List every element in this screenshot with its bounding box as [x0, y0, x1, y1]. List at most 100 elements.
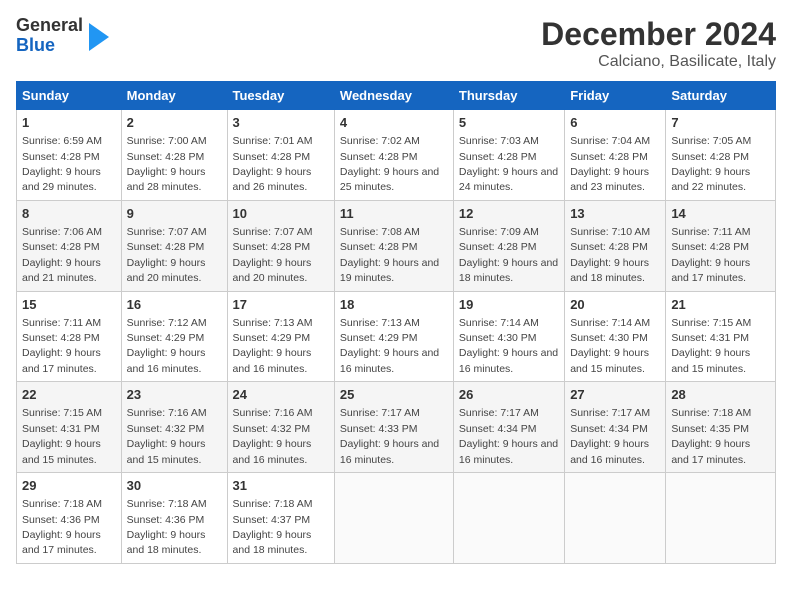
day-number: 5	[459, 114, 559, 132]
calendar-cell: 24 Sunrise: 7:16 AMSunset: 4:32 PMDaylig…	[227, 382, 334, 473]
calendar-cell: 21 Sunrise: 7:15 AMSunset: 4:31 PMDaylig…	[666, 291, 776, 382]
day-info: Sunrise: 7:17 AMSunset: 4:33 PMDaylight:…	[340, 407, 439, 465]
day-info: Sunrise: 7:00 AMSunset: 4:28 PMDaylight:…	[127, 135, 207, 193]
calendar-cell: 3 Sunrise: 7:01 AMSunset: 4:28 PMDayligh…	[227, 110, 334, 201]
day-number: 26	[459, 386, 559, 404]
day-number: 21	[671, 296, 770, 314]
weekday-header-row: SundayMondayTuesdayWednesdayThursdayFrid…	[17, 82, 776, 110]
day-info: Sunrise: 7:04 AMSunset: 4:28 PMDaylight:…	[570, 135, 650, 193]
day-info: Sunrise: 7:13 AMSunset: 4:29 PMDaylight:…	[340, 317, 439, 375]
day-number: 4	[340, 114, 448, 132]
calendar-cell: 20 Sunrise: 7:14 AMSunset: 4:30 PMDaylig…	[565, 291, 666, 382]
day-info: Sunrise: 7:05 AMSunset: 4:28 PMDaylight:…	[671, 135, 751, 193]
logo: General Blue	[16, 16, 109, 56]
day-info: Sunrise: 7:15 AMSunset: 4:31 PMDaylight:…	[671, 317, 751, 375]
weekday-header-monday: Monday	[121, 82, 227, 110]
calendar-cell: 18 Sunrise: 7:13 AMSunset: 4:29 PMDaylig…	[334, 291, 453, 382]
calendar-cell: 17 Sunrise: 7:13 AMSunset: 4:29 PMDaylig…	[227, 291, 334, 382]
weekday-header-saturday: Saturday	[666, 82, 776, 110]
calendar-cell: 7 Sunrise: 7:05 AMSunset: 4:28 PMDayligh…	[666, 110, 776, 201]
calendar-cell	[565, 473, 666, 564]
day-info: Sunrise: 7:02 AMSunset: 4:28 PMDaylight:…	[340, 135, 439, 193]
calendar-week-row: 15 Sunrise: 7:11 AMSunset: 4:28 PMDaylig…	[17, 291, 776, 382]
calendar-week-row: 8 Sunrise: 7:06 AMSunset: 4:28 PMDayligh…	[17, 200, 776, 291]
day-info: Sunrise: 7:14 AMSunset: 4:30 PMDaylight:…	[570, 317, 650, 375]
day-number: 18	[340, 296, 448, 314]
day-number: 25	[340, 386, 448, 404]
calendar-week-row: 22 Sunrise: 7:15 AMSunset: 4:31 PMDaylig…	[17, 382, 776, 473]
day-info: Sunrise: 7:18 AMSunset: 4:35 PMDaylight:…	[671, 407, 751, 465]
day-info: Sunrise: 7:07 AMSunset: 4:28 PMDaylight:…	[127, 226, 207, 284]
calendar-cell	[666, 473, 776, 564]
calendar-week-row: 1 Sunrise: 6:59 AMSunset: 4:28 PMDayligh…	[17, 110, 776, 201]
calendar-cell: 30 Sunrise: 7:18 AMSunset: 4:36 PMDaylig…	[121, 473, 227, 564]
day-number: 7	[671, 114, 770, 132]
logo-line1: General	[16, 16, 83, 36]
day-number: 11	[340, 205, 448, 223]
calendar-cell: 15 Sunrise: 7:11 AMSunset: 4:28 PMDaylig…	[17, 291, 122, 382]
calendar-cell: 13 Sunrise: 7:10 AMSunset: 4:28 PMDaylig…	[565, 200, 666, 291]
day-number: 3	[233, 114, 329, 132]
calendar-cell: 12 Sunrise: 7:09 AMSunset: 4:28 PMDaylig…	[453, 200, 564, 291]
day-number: 31	[233, 477, 329, 495]
day-number: 15	[22, 296, 116, 314]
day-info: Sunrise: 7:13 AMSunset: 4:29 PMDaylight:…	[233, 317, 313, 375]
day-number: 10	[233, 205, 329, 223]
calendar-cell: 31 Sunrise: 7:18 AMSunset: 4:37 PMDaylig…	[227, 473, 334, 564]
day-info: Sunrise: 7:18 AMSunset: 4:37 PMDaylight:…	[233, 498, 313, 556]
day-number: 8	[22, 205, 116, 223]
calendar-cell: 16 Sunrise: 7:12 AMSunset: 4:29 PMDaylig…	[121, 291, 227, 382]
day-info: Sunrise: 7:07 AMSunset: 4:28 PMDaylight:…	[233, 226, 313, 284]
calendar-title: December 2024	[541, 16, 776, 53]
day-info: Sunrise: 7:18 AMSunset: 4:36 PMDaylight:…	[22, 498, 102, 556]
day-number: 12	[459, 205, 559, 223]
day-info: Sunrise: 7:09 AMSunset: 4:28 PMDaylight:…	[459, 226, 558, 284]
day-number: 16	[127, 296, 222, 314]
calendar-cell: 19 Sunrise: 7:14 AMSunset: 4:30 PMDaylig…	[453, 291, 564, 382]
day-info: Sunrise: 7:15 AMSunset: 4:31 PMDaylight:…	[22, 407, 102, 465]
day-info: Sunrise: 7:14 AMSunset: 4:30 PMDaylight:…	[459, 317, 558, 375]
day-number: 17	[233, 296, 329, 314]
day-info: Sunrise: 7:16 AMSunset: 4:32 PMDaylight:…	[233, 407, 313, 465]
day-number: 29	[22, 477, 116, 495]
calendar-cell: 29 Sunrise: 7:18 AMSunset: 4:36 PMDaylig…	[17, 473, 122, 564]
calendar-table: SundayMondayTuesdayWednesdayThursdayFrid…	[16, 81, 776, 564]
day-info: Sunrise: 7:08 AMSunset: 4:28 PMDaylight:…	[340, 226, 439, 284]
calendar-cell: 23 Sunrise: 7:16 AMSunset: 4:32 PMDaylig…	[121, 382, 227, 473]
day-info: Sunrise: 7:10 AMSunset: 4:28 PMDaylight:…	[570, 226, 650, 284]
calendar-cell: 4 Sunrise: 7:02 AMSunset: 4:28 PMDayligh…	[334, 110, 453, 201]
calendar-cell: 8 Sunrise: 7:06 AMSunset: 4:28 PMDayligh…	[17, 200, 122, 291]
logo-line2: Blue	[16, 36, 83, 56]
day-info: Sunrise: 7:11 AMSunset: 4:28 PMDaylight:…	[22, 317, 101, 375]
calendar-cell: 2 Sunrise: 7:00 AMSunset: 4:28 PMDayligh…	[121, 110, 227, 201]
day-number: 6	[570, 114, 660, 132]
weekday-header-tuesday: Tuesday	[227, 82, 334, 110]
calendar-cell	[453, 473, 564, 564]
day-number: 20	[570, 296, 660, 314]
day-info: Sunrise: 7:12 AMSunset: 4:29 PMDaylight:…	[127, 317, 207, 375]
day-info: Sunrise: 7:01 AMSunset: 4:28 PMDaylight:…	[233, 135, 313, 193]
calendar-cell: 27 Sunrise: 7:17 AMSunset: 4:34 PMDaylig…	[565, 382, 666, 473]
day-number: 27	[570, 386, 660, 404]
calendar-subtitle: Calciano, Basilicate, Italy	[541, 53, 776, 71]
calendar-cell: 28 Sunrise: 7:18 AMSunset: 4:35 PMDaylig…	[666, 382, 776, 473]
day-info: Sunrise: 7:06 AMSunset: 4:28 PMDaylight:…	[22, 226, 102, 284]
day-info: Sunrise: 7:17 AMSunset: 4:34 PMDaylight:…	[570, 407, 650, 465]
logo-arrow-icon	[89, 23, 109, 51]
calendar-cell: 25 Sunrise: 7:17 AMSunset: 4:33 PMDaylig…	[334, 382, 453, 473]
day-info: Sunrise: 7:11 AMSunset: 4:28 PMDaylight:…	[671, 226, 750, 284]
day-info: Sunrise: 7:16 AMSunset: 4:32 PMDaylight:…	[127, 407, 207, 465]
calendar-week-row: 29 Sunrise: 7:18 AMSunset: 4:36 PMDaylig…	[17, 473, 776, 564]
day-info: Sunrise: 7:18 AMSunset: 4:36 PMDaylight:…	[127, 498, 207, 556]
weekday-header-friday: Friday	[565, 82, 666, 110]
day-number: 30	[127, 477, 222, 495]
day-number: 2	[127, 114, 222, 132]
calendar-cell: 22 Sunrise: 7:15 AMSunset: 4:31 PMDaylig…	[17, 382, 122, 473]
calendar-cell: 11 Sunrise: 7:08 AMSunset: 4:28 PMDaylig…	[334, 200, 453, 291]
calendar-cell: 6 Sunrise: 7:04 AMSunset: 4:28 PMDayligh…	[565, 110, 666, 201]
calendar-cell	[334, 473, 453, 564]
weekday-header-sunday: Sunday	[17, 82, 122, 110]
calendar-cell: 26 Sunrise: 7:17 AMSunset: 4:34 PMDaylig…	[453, 382, 564, 473]
day-number: 14	[671, 205, 770, 223]
day-number: 9	[127, 205, 222, 223]
